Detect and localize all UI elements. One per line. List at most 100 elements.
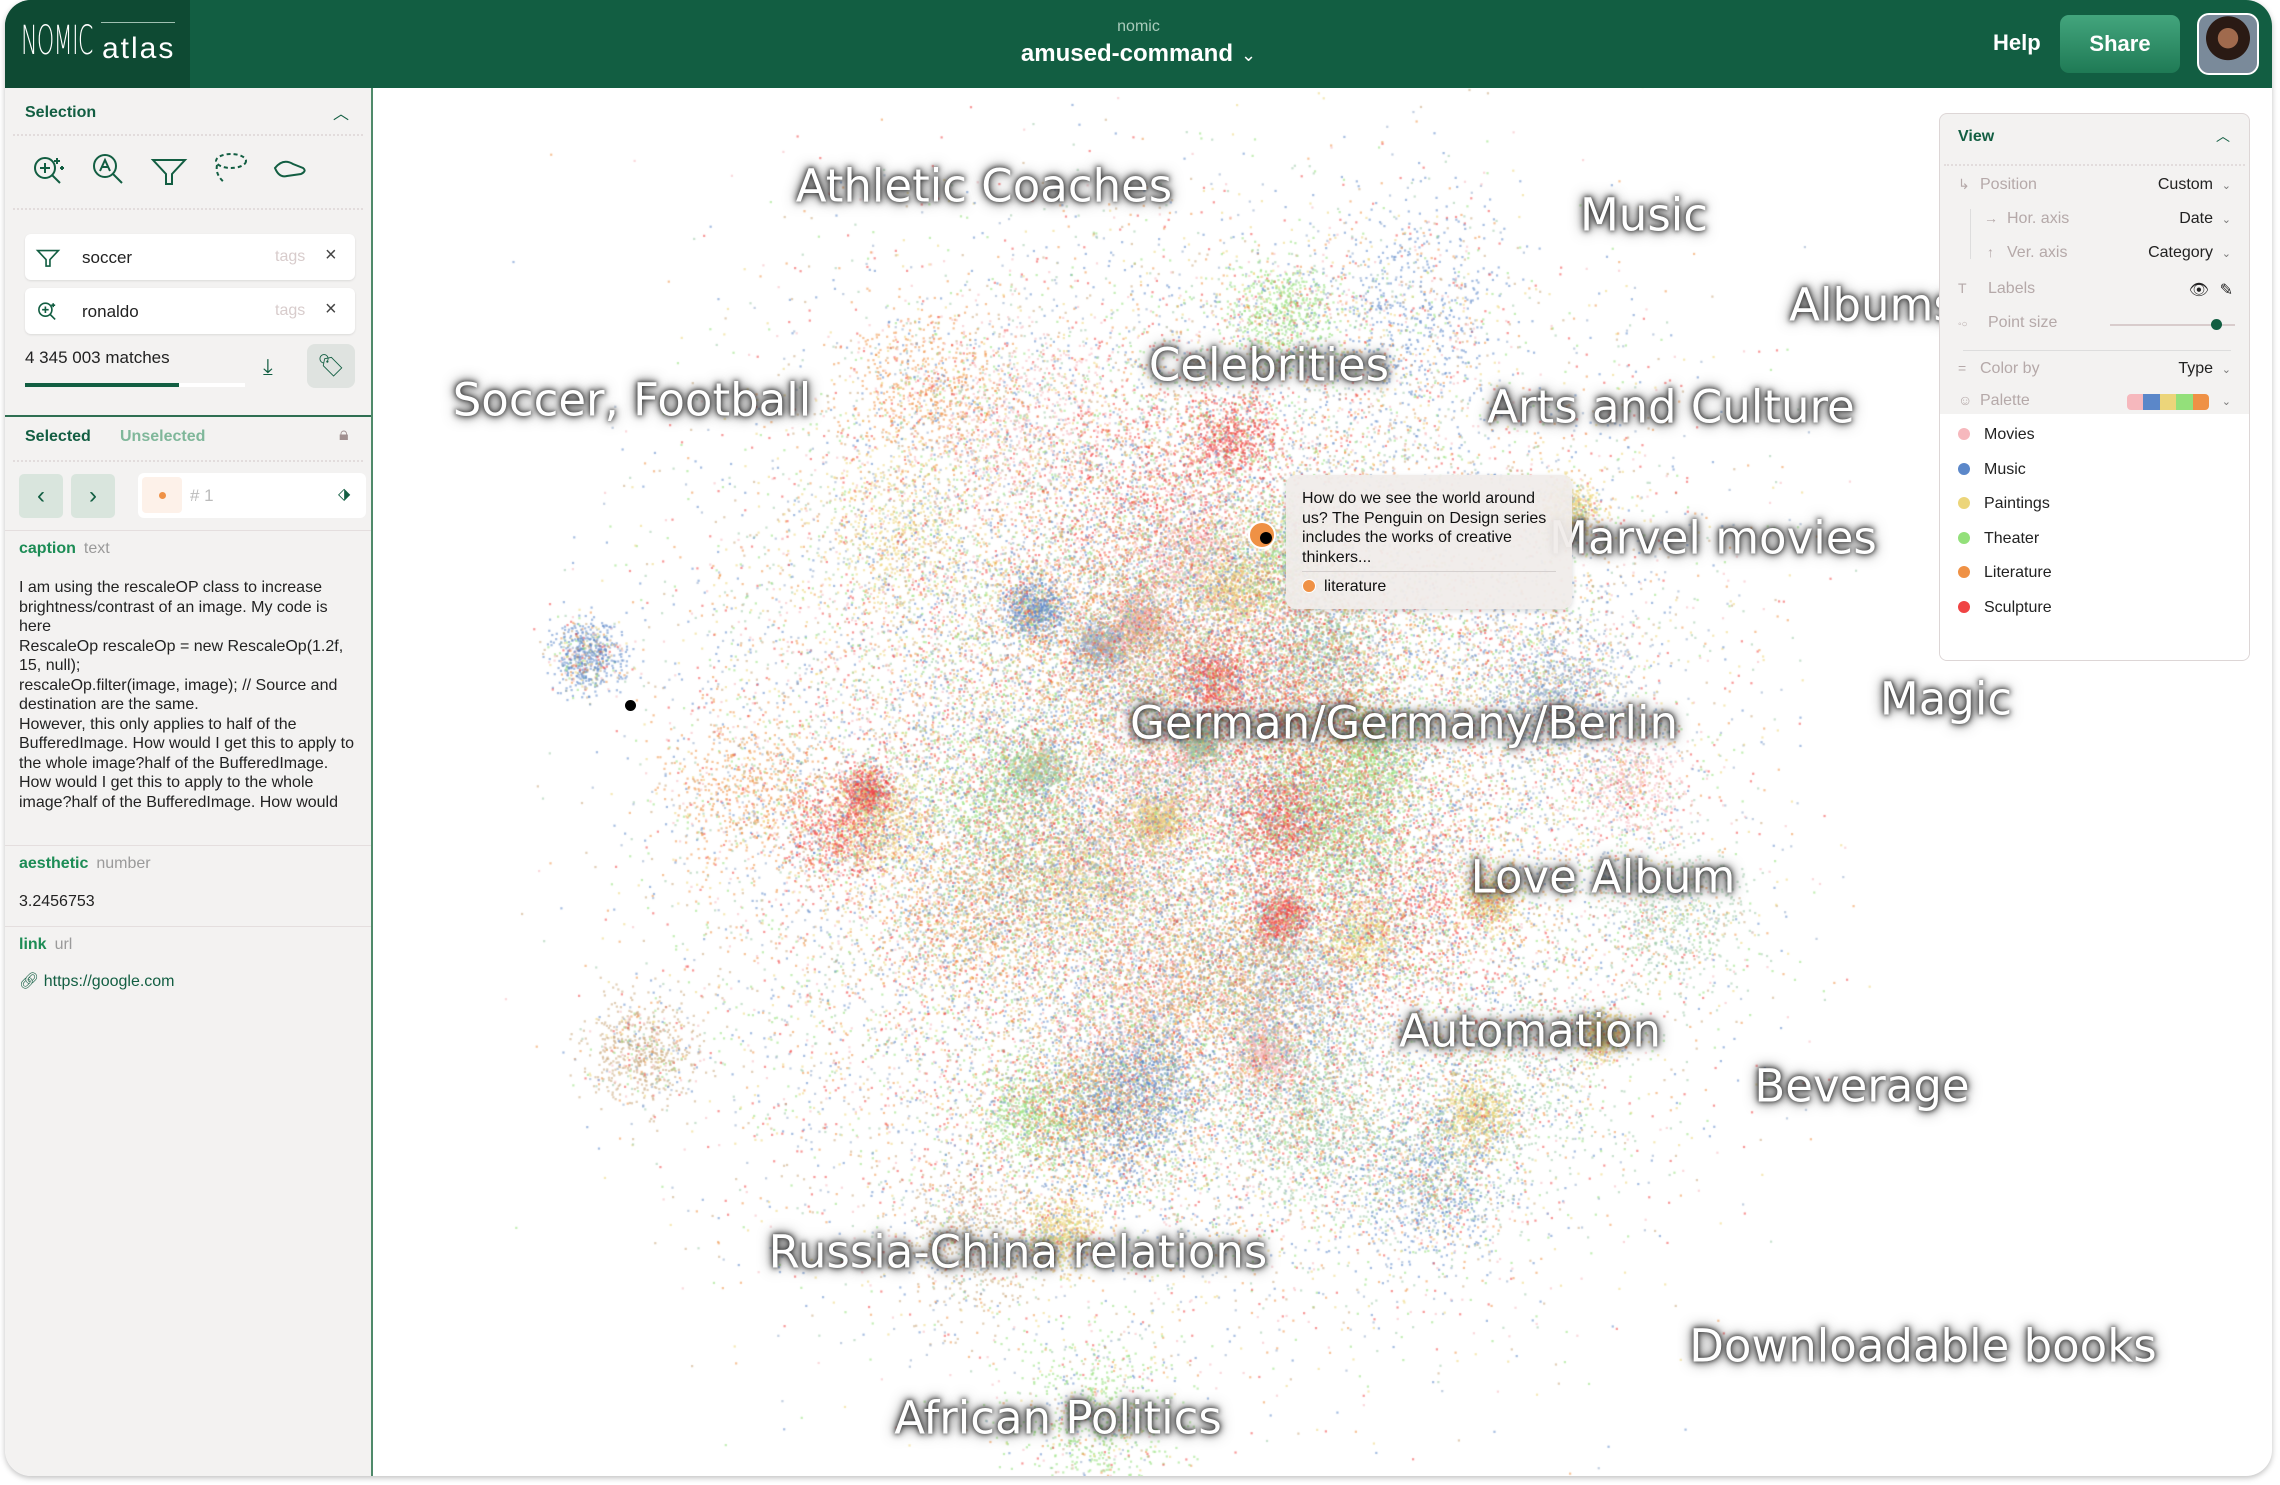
palette-select[interactable]: ☺ Palette ⌄ — [1940, 392, 2249, 414]
record-indicator: # 1 ⬗ — [138, 473, 366, 518]
download-icon[interactable]: ⤓ — [263, 354, 273, 380]
chevron-down-icon: ⌄ — [2221, 214, 2231, 226]
filter-value: ronaldo — [82, 302, 139, 321]
embedding-map[interactable]: Athletic Coaches Music Albums Celebrities So… — [375, 88, 2272, 1476]
project-title: nomic amused-command ⌄ — [5, 18, 2272, 68]
view-panel: View ︿ ↳ Position Custom ⌄ → Hor. axis Date ⌄ … — [1939, 113, 2250, 661]
cluster-label: Albums — [1789, 278, 1957, 332]
collapse-chevron-icon[interactable]: ︿ — [2216, 126, 2230, 146]
filter-icon — [35, 249, 61, 267]
legend-item-literature[interactable]: Literature — [1958, 564, 2052, 582]
point-size-icon: ◦○ — [1958, 319, 1968, 330]
hor-axis-select[interactable]: → Hor. axis Date ⌄ — [1940, 210, 2249, 232]
help-link[interactable]: Help — [1993, 30, 2041, 56]
tooltip-category: literature — [1302, 578, 1386, 596]
cluster-label: Magic — [1879, 672, 2013, 726]
color-by-select[interactable]: = Color by Type ⌄ — [1940, 360, 2249, 382]
link-icon: 🔗︎ — [19, 973, 44, 990]
cluster-label: Arts and Culture — [1487, 380, 1855, 434]
position-icon: ↳ — [1958, 176, 1970, 192]
color-legend: Movies Music Paintings Theater Literature Scu… — [1940, 414, 2249, 660]
selection-title: Selection — [25, 104, 97, 121]
cluster-label: Downloadable books — [1689, 1319, 2157, 1373]
remove-filter-icon[interactable]: × — [325, 244, 337, 267]
tag-icon[interactable]: ⬗ — [338, 484, 350, 504]
field-aesthetic-value: 3.2456753 — [19, 893, 95, 910]
prev-record-button[interactable]: ‹ — [19, 474, 63, 518]
field-aesthetic-name: aesthetic number — [19, 855, 151, 872]
cluster-label: African Politics — [894, 1391, 1222, 1445]
chevron-down-icon[interactable]: ⌄ — [1241, 45, 1256, 66]
cluster-label: German/Germany/Berlin — [1130, 696, 1678, 750]
filter-field: tags — [275, 248, 306, 265]
legend-item-music[interactable]: Music — [1958, 461, 2026, 479]
selected-point[interactable] — [625, 700, 636, 711]
tab-unselected[interactable]: Unselected — [120, 428, 205, 446]
cluster-label: Athletic Coaches — [795, 159, 1173, 213]
eye-icon[interactable]: 👁︎ — [2189, 280, 2209, 300]
field-link-name: link url — [19, 936, 73, 953]
chevron-down-icon: ⌄ — [2221, 396, 2231, 408]
cluster-label: Beverage — [1754, 1059, 1970, 1113]
chevron-down-icon: ⌄ — [2221, 180, 2231, 192]
tag-selection-button[interactable]: 🏷 — [307, 344, 355, 388]
palette-icon: ☺ — [1958, 392, 1973, 408]
cluster-label: Marvel movies — [1549, 511, 1877, 565]
point-size-row: ◦○ Point size — [1940, 314, 2249, 336]
semantic-search-icon[interactable] — [29, 150, 69, 190]
palette-swatch — [2127, 394, 2209, 410]
pencil-icon[interactable]: ✎ — [2220, 280, 2233, 300]
hovered-point[interactable] — [1248, 521, 1276, 549]
legend-item-paintings[interactable]: Paintings — [1958, 495, 2050, 513]
cluster-label: Soccer, Football — [452, 373, 812, 427]
lasso-icon[interactable] — [209, 150, 249, 190]
user-avatar[interactable] — [2197, 13, 2259, 75]
record-index: # 1 — [190, 486, 214, 505]
view-title: View — [1958, 128, 1995, 145]
record-color-dot — [142, 477, 182, 513]
tooltip-text: How do we see the world around us? The P… — [1302, 490, 1547, 566]
cluster-label: Celebrities — [1148, 338, 1390, 392]
filter-icon[interactable] — [149, 150, 189, 190]
match-count: 4 345 003 matches — [25, 348, 170, 367]
point-tooltip: How do we see the world around us? The P… — [1286, 475, 1572, 609]
field-caption-name: caption text — [19, 540, 110, 557]
field-caption-value: I am using the rescaleOP class to increa… — [19, 579, 355, 811]
semantic-search-icon — [38, 302, 56, 321]
app-window: NOMIC atlas nomic amused-command ⌄ Help Sh… — [5, 0, 2272, 1476]
legend-item-theater[interactable]: Theater — [1958, 530, 2039, 548]
chevron-down-icon: ⌄ — [2221, 248, 2231, 260]
filter-chip-soccer[interactable]: soccer tags × — [25, 234, 355, 280]
filter-field: tags — [275, 302, 306, 319]
hand-icon[interactable] — [269, 150, 309, 190]
ver-axis-select[interactable]: ↑ Ver. axis Category ⌄ — [1940, 244, 2249, 266]
legend-item-movies[interactable]: Movies — [1958, 426, 2035, 444]
lines-icon: = — [1958, 360, 1967, 376]
share-button[interactable]: Share — [2060, 15, 2180, 73]
field-link-value[interactable]: 🔗︎ https://google.com — [19, 972, 359, 992]
lock-icon[interactable]: 🔒︎ — [339, 424, 349, 445]
next-record-button[interactable]: › — [71, 474, 115, 518]
tab-selected[interactable]: Selected — [25, 428, 91, 446]
legend-item-sculpture[interactable]: Sculpture — [1958, 599, 2052, 617]
cluster-label: Automation — [1398, 1004, 1662, 1058]
filter-chip-ronaldo[interactable]: ronaldo tags × — [25, 288, 355, 334]
collapse-chevron-icon[interactable]: ︿ — [333, 100, 349, 124]
selection-sidebar: Selection ︿ soccer tags × ronaldo tags ×… — [5, 88, 373, 1476]
lexical-search-icon[interactable] — [89, 150, 129, 190]
labels-row: T Labels 👁︎ ✎ — [1958, 280, 2233, 300]
cluster-label: Russia-China relations — [768, 1225, 1268, 1279]
cluster-label: Love Album — [1470, 850, 1736, 904]
org-name: nomic — [1117, 18, 1160, 35]
remove-filter-icon[interactable]: × — [325, 298, 337, 321]
top-bar: NOMIC atlas nomic amused-command ⌄ Help Sh… — [5, 0, 2272, 88]
match-progress-bar — [25, 383, 245, 387]
position-select[interactable]: ↳ Position Custom ⌄ — [1940, 176, 2249, 198]
filter-value: soccer — [82, 248, 133, 267]
project-name-dropdown[interactable]: amused-command — [1021, 40, 1233, 68]
arrow-up-icon: ↑ — [1987, 244, 1994, 260]
chevron-down-icon: ⌄ — [2221, 364, 2231, 376]
text-icon: T — [1958, 280, 1967, 296]
cluster-label: Music — [1579, 188, 1709, 242]
point-size-slider[interactable] — [2110, 319, 2235, 330]
